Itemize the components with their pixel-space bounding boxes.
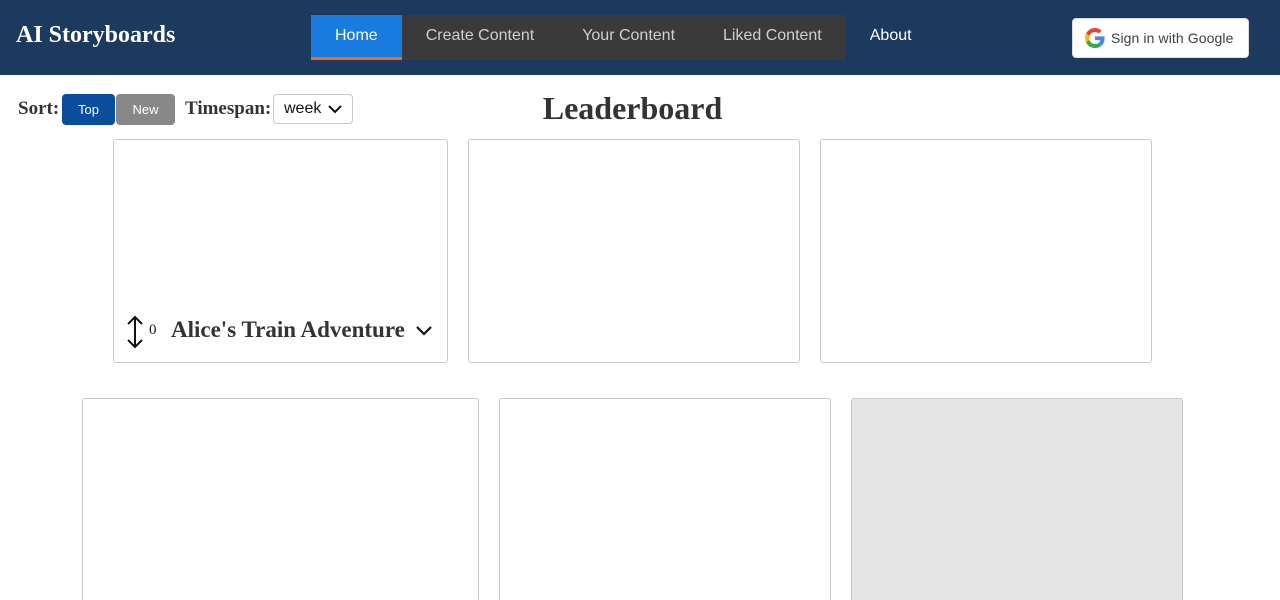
story-card-loading bbox=[851, 398, 1183, 600]
story-title[interactable]: Alice's Train Adventure bbox=[171, 317, 405, 343]
nav-your-content[interactable]: Your Content bbox=[558, 15, 700, 60]
brand-logo-text[interactable]: AI Storyboards bbox=[16, 22, 175, 49]
vote-arrows-icon[interactable] bbox=[126, 315, 144, 349]
nav-about[interactable]: About bbox=[846, 15, 936, 60]
nav-create-content[interactable]: Create Content bbox=[401, 15, 559, 60]
top-header: AI Storyboards Home Create Content Your … bbox=[0, 0, 1280, 75]
main-nav: Home Create Content Your Content Liked C… bbox=[311, 15, 936, 60]
story-card[interactable] bbox=[468, 139, 800, 363]
vote-count: 0 bbox=[149, 322, 157, 338]
chevron-down-icon[interactable] bbox=[416, 325, 432, 336]
nav-home[interactable]: Home bbox=[311, 15, 402, 60]
google-sign-in-label: Sign in with Google bbox=[1111, 30, 1234, 46]
story-card[interactable] bbox=[499, 398, 831, 600]
google-icon bbox=[1085, 28, 1105, 48]
page-title: Leaderboard bbox=[542, 90, 723, 126]
story-card[interactable] bbox=[820, 139, 1152, 363]
nav-liked-content[interactable]: Liked Content bbox=[699, 15, 846, 60]
story-card[interactable]: 0 Alice's Train Adventure bbox=[113, 139, 448, 363]
story-card[interactable] bbox=[82, 398, 479, 600]
google-sign-in-button[interactable]: Sign in with Google bbox=[1072, 18, 1249, 58]
